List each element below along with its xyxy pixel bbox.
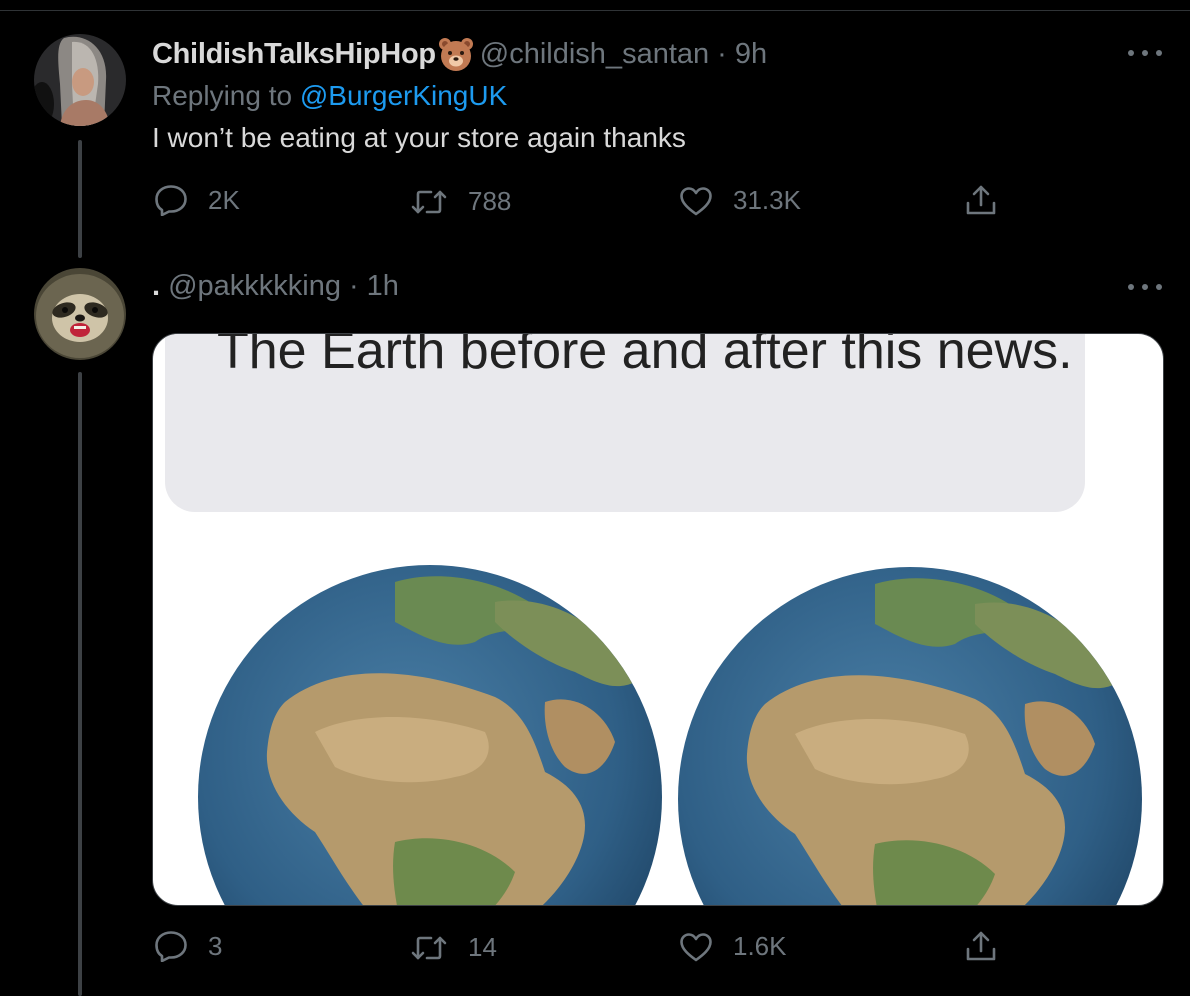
display-name[interactable]: . — [152, 270, 160, 303]
top-divider — [0, 10, 1190, 11]
heart-icon — [680, 932, 712, 961]
avatar-pakkkkking[interactable] — [34, 268, 126, 360]
attached-image[interactable]: The Earth before and after this news. — [152, 333, 1164, 906]
retweet-arrows-icon — [411, 190, 447, 213]
like-button[interactable]: 31.3K — [679, 185, 801, 216]
speech-bubble-icon — [155, 931, 187, 962]
avatar-childish[interactable] — [34, 34, 126, 126]
share-button[interactable] — [964, 929, 998, 963]
heart-icon — [680, 186, 712, 215]
separator-dot: · — [717, 37, 727, 70]
speech-bubble-icon — [155, 185, 187, 216]
reply-count: 3 — [208, 930, 223, 961]
reply-count: 2K — [208, 184, 240, 215]
tweet-header: ChildishTalksHipHop @childish_santan · 9… — [152, 36, 767, 72]
message-bubble: The Earth before and after this news. — [165, 334, 1085, 512]
replying-to-mention[interactable]: @BurgerKingUK — [300, 80, 507, 111]
image-caption: The Earth before and after this news. — [217, 333, 1073, 380]
share-upload-icon — [966, 931, 996, 961]
separator-dot: · — [348, 270, 359, 302]
share-button[interactable] — [964, 183, 998, 217]
thread-line-top — [78, 140, 82, 258]
user-handle[interactable]: @pakkkkking — [168, 270, 341, 303]
timestamp[interactable]: 9h — [735, 38, 767, 71]
like-count: 1.6K — [733, 931, 787, 961]
earth-globe-before — [198, 565, 662, 905]
more-options-button[interactable] — [1128, 281, 1162, 293]
display-name[interactable]: ChildishTalksHipHop — [152, 38, 436, 71]
retweet-count: 788 — [468, 186, 512, 216]
more-options-button[interactable] — [1128, 47, 1162, 59]
tweet-header: . @pakkkkking · 1h — [152, 270, 399, 303]
like-button[interactable]: 1.6K — [679, 931, 787, 962]
retweet-arrows-icon — [411, 936, 447, 959]
retweet-count: 14 — [468, 932, 497, 962]
replying-to-prefix: Replying to — [152, 80, 293, 111]
thread-line-bottom — [78, 372, 82, 996]
reply-button[interactable]: 3 — [154, 930, 222, 962]
retweet-button[interactable]: 14 — [410, 932, 497, 963]
share-upload-icon — [966, 185, 996, 215]
tweet-text: I won’t be eating at your store again th… — [152, 122, 686, 153]
reply-button[interactable]: 2K — [154, 184, 240, 216]
earth-globe-after — [678, 567, 1142, 905]
like-count: 31.3K — [733, 185, 801, 215]
timestamp[interactable]: 1h — [367, 270, 399, 303]
bear-face-emoji — [438, 36, 474, 72]
retweet-button[interactable]: 788 — [410, 186, 511, 217]
user-handle[interactable]: @childish_santan — [480, 38, 709, 71]
replying-to-line: Replying to @BurgerKingUK — [152, 80, 507, 112]
